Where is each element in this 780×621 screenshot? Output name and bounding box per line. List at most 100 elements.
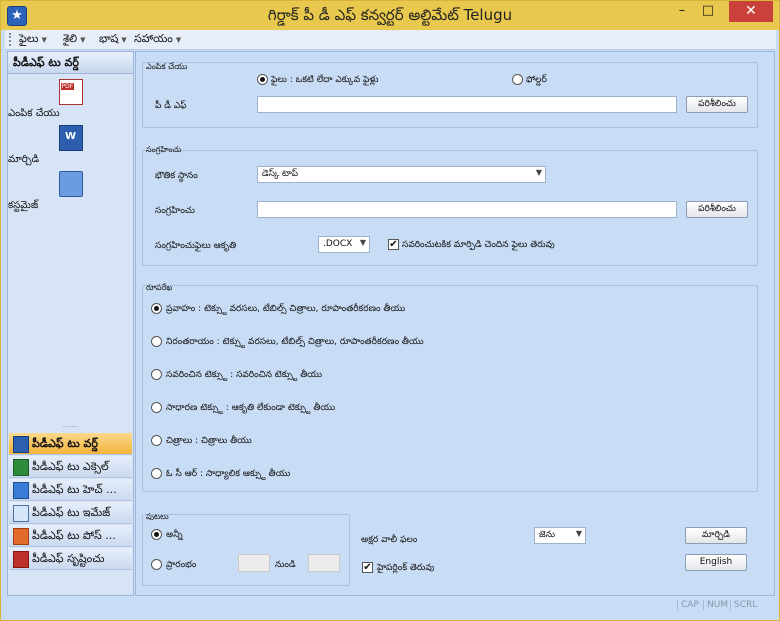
pages-group-title: పుటలు — [146, 512, 169, 521]
radio-folder[interactable] — [512, 74, 523, 85]
word-file-icon: W — [58, 125, 83, 151]
pdf-path-input[interactable] — [257, 96, 677, 113]
pages-range-radio[interactable] — [151, 559, 162, 570]
nav-pdf-to-postscript[interactable]: పీడీఎఫ్ టు పోస్ ... — [9, 525, 132, 547]
app-window: ★ గిర్డాక్ పీ డీ ఎఫ్ కన్వర్టర్ అల్టిమేట్… — [0, 0, 780, 621]
nav-pdf-create[interactable]: పీడీఎఫ్ సృష్టించు — [9, 548, 132, 570]
menu-style[interactable]: శైలి ▼ — [63, 32, 86, 48]
layout-edited-text-label: సవరించిన టెక్స్టు : సవరించిన టెక్స్టు తీ… — [166, 370, 322, 380]
layout-group: రూపరేఖ ప్రవాహం : టెక్స్టు వరసలు, టేబిల్స… — [142, 283, 758, 492]
english-button[interactable]: English — [685, 554, 747, 571]
layout-flow-radio[interactable] — [151, 303, 162, 314]
layout-images-label: చిత్రాలు : చిత్రాలు తీయు — [166, 436, 252, 446]
pages-range-label: ప్రారంభం — [166, 560, 197, 570]
layout-ocr-label: ఓ సీ ఆర్ : సాధ్యాలిక ఆక్స్టు తీయు — [166, 469, 291, 479]
maximize-icon[interactable]: □ — [695, 1, 721, 22]
convert-button[interactable]: మార్చిడి — [685, 527, 747, 544]
num-lock-indicator: NUM — [703, 600, 728, 610]
scroll-lock-indicator: SCRL — [730, 600, 757, 610]
title-bar: ★ గిర్డాక్ పీ డీ ఎఫ్ కన్వర్టర్ అల్టిమేట్… — [1, 1, 779, 30]
save-group: సంగ్రహించు భౌతిక స్థానం డెస్క్ టాప్ ▼ సంగ… — [142, 145, 758, 266]
nav-pdf-to-html[interactable]: పీడీఎఫ్ టు హెచ్ ... — [9, 479, 132, 501]
nav-label: పీడీఎఫ్ టు హెచ్ ... — [32, 483, 117, 496]
image-icon — [13, 505, 29, 522]
browse-pdf-button[interactable]: పరిశీలించు — [686, 96, 748, 113]
pages-group: పుటలు అన్నీ ప్రారంభం నుండి — [142, 512, 350, 586]
nav-label: పీడీఎఫ్ టు పోస్ ... — [32, 529, 116, 542]
tool-convert-label: మార్చిడి — [8, 154, 39, 165]
pdf-file-icon — [58, 79, 83, 105]
chevron-down-icon: ▼ — [359, 238, 366, 247]
nav-pdf-to-excel[interactable]: పీడీఎఫ్ టు ఎక్సెల్ — [9, 456, 132, 478]
layout-flow-label: ప్రవాహం : టెక్స్టు వరసలు, టేబిల్స్ చిత్ర… — [166, 304, 406, 314]
format-label: సంగ్రహించుఫైలు ఆకృతి — [155, 241, 237, 251]
toolbar-grip-icon[interactable] — [9, 33, 14, 46]
layout-edited-text-radio[interactable] — [151, 369, 162, 380]
layout-ocr-radio[interactable] — [151, 468, 162, 479]
excel-icon — [13, 459, 29, 476]
close-icon[interactable]: ✕ — [729, 1, 773, 22]
word-icon — [13, 436, 29, 453]
menu-bar: ఫైలు ▼ శైలి ▼ భాష ▼ సహాయం ▼ — [5, 30, 776, 50]
layout-group-title: రూపరేఖ — [146, 283, 173, 292]
location-label: భౌతిక స్థానం — [155, 171, 198, 181]
page-to-input[interactable] — [308, 554, 340, 572]
chevron-down-icon: ▼ — [80, 36, 86, 44]
save-path-input[interactable] — [257, 201, 677, 218]
menu-language[interactable]: భాష ▼ — [99, 32, 127, 48]
hyperlink-checkbox[interactable]: ✔ — [362, 562, 373, 573]
status-bar: CAP NUM SCRL — [5, 598, 776, 618]
location-select[interactable]: డెస్క్ టాప్ ▼ — [257, 166, 546, 183]
hyperlink-label: హైపర్లింక్ తెరువు — [377, 563, 435, 573]
open-after-checkbox[interactable]: ✔ — [388, 239, 399, 250]
radio-file-label: ఫైలు : ఒకటి లేదా ఎక్కువ ఫైళ్లు — [271, 75, 379, 85]
nav-pdf-to-image[interactable]: పీడీఎఫ్ టు ఇమేజ్ — [9, 502, 132, 524]
pages-all-label: అన్నీ — [166, 530, 183, 540]
format-select[interactable]: .DOCX ▼ — [318, 236, 370, 253]
pdf-create-icon — [13, 551, 29, 568]
layout-plain-text-label: సాధారణ టెక్స్టు : ఆకృతి లేకుండా టెక్స్టు… — [166, 403, 336, 413]
tool-select-label: ఎంపిక చేయు — [8, 108, 60, 119]
browse-save-button[interactable]: పరిశీలించు — [686, 201, 748, 218]
window-title: గిర్డాక్ పీ డీ ఎఫ్ కన్వర్టర్ అల్టిమేట్ T… — [267, 6, 513, 24]
radio-folder-label: ఫోల్డర్ — [526, 75, 547, 85]
layout-continuous-radio[interactable] — [151, 336, 162, 347]
layout-plain-text-radio[interactable] — [151, 402, 162, 413]
caps-lock-indicator: CAP — [677, 600, 699, 610]
layout-images-radio[interactable] — [151, 435, 162, 446]
tool-select[interactable]: ఎంపిక చేయు — [8, 79, 133, 119]
menu-file[interactable]: ఫైలు ▼ — [19, 32, 47, 48]
chevron-down-icon: ▼ — [121, 36, 127, 44]
layout-continuous-label: నిరంతరాయం : టెక్స్టు వరసలు, టేబిల్స్ చిత… — [166, 337, 424, 347]
computer-icon — [58, 171, 83, 197]
radio-file[interactable] — [257, 74, 268, 85]
main-panel: ఎంపిక చేయు ఫైలు : ఒకటి లేదా ఎక్కువ ఫైళ్ల… — [135, 51, 775, 596]
open-after-label: సవరించుటకిక మార్పిడి చెందిన ఫైలు తెరువు — [402, 240, 555, 250]
nav-pdf-to-word[interactable]: పీడీఎఫ్ టు వర్డ్ — [9, 433, 132, 455]
tool-customize-label: కస్టమైజ్ — [8, 200, 39, 211]
tool-customize[interactable]: కస్టమైజ్ — [8, 171, 133, 211]
save-group-title: సంగ్రహించు — [146, 145, 182, 154]
language-label: అక్షర వాలీ ఫలం — [361, 535, 418, 545]
minimize-icon[interactable]: – — [669, 1, 695, 22]
menu-help[interactable]: సహాయం ▼ — [134, 32, 181, 48]
sidebar-header: పీడీఎఫ్ టు వర్డ్ — [8, 52, 133, 74]
page-to-label: నుండి — [275, 560, 296, 570]
sidebar: పీడీఎఫ్ టు వర్డ్ ఎంపిక చేయు W మార్చిడి క… — [7, 51, 134, 596]
nav-label: పీడీఎఫ్ టు వర్డ్ — [32, 437, 98, 450]
nav-label: పీడీఎఫ్ టు ఇమేజ్ — [32, 506, 111, 519]
tool-convert[interactable]: W మార్చిడి — [8, 125, 133, 165]
postscript-icon — [13, 528, 29, 545]
select-group-title: ఎంపిక చేయు — [146, 62, 188, 71]
language-select[interactable]: జెను ▼ — [534, 527, 586, 544]
pdf-path-label: పీ డీ ఎఫ్ — [155, 101, 187, 111]
sidebar-splitter[interactable]: ······· — [8, 424, 133, 431]
save-path-label: సంగ్రహించు — [155, 206, 195, 216]
chevron-down-icon: ▼ — [175, 36, 182, 44]
chevron-down-icon: ▼ — [535, 168, 542, 177]
html-icon — [13, 482, 29, 499]
chevron-down-icon: ▼ — [575, 529, 582, 538]
pages-all-radio[interactable] — [151, 529, 162, 540]
page-from-input[interactable] — [238, 554, 270, 572]
chevron-down-icon: ▼ — [41, 36, 47, 44]
